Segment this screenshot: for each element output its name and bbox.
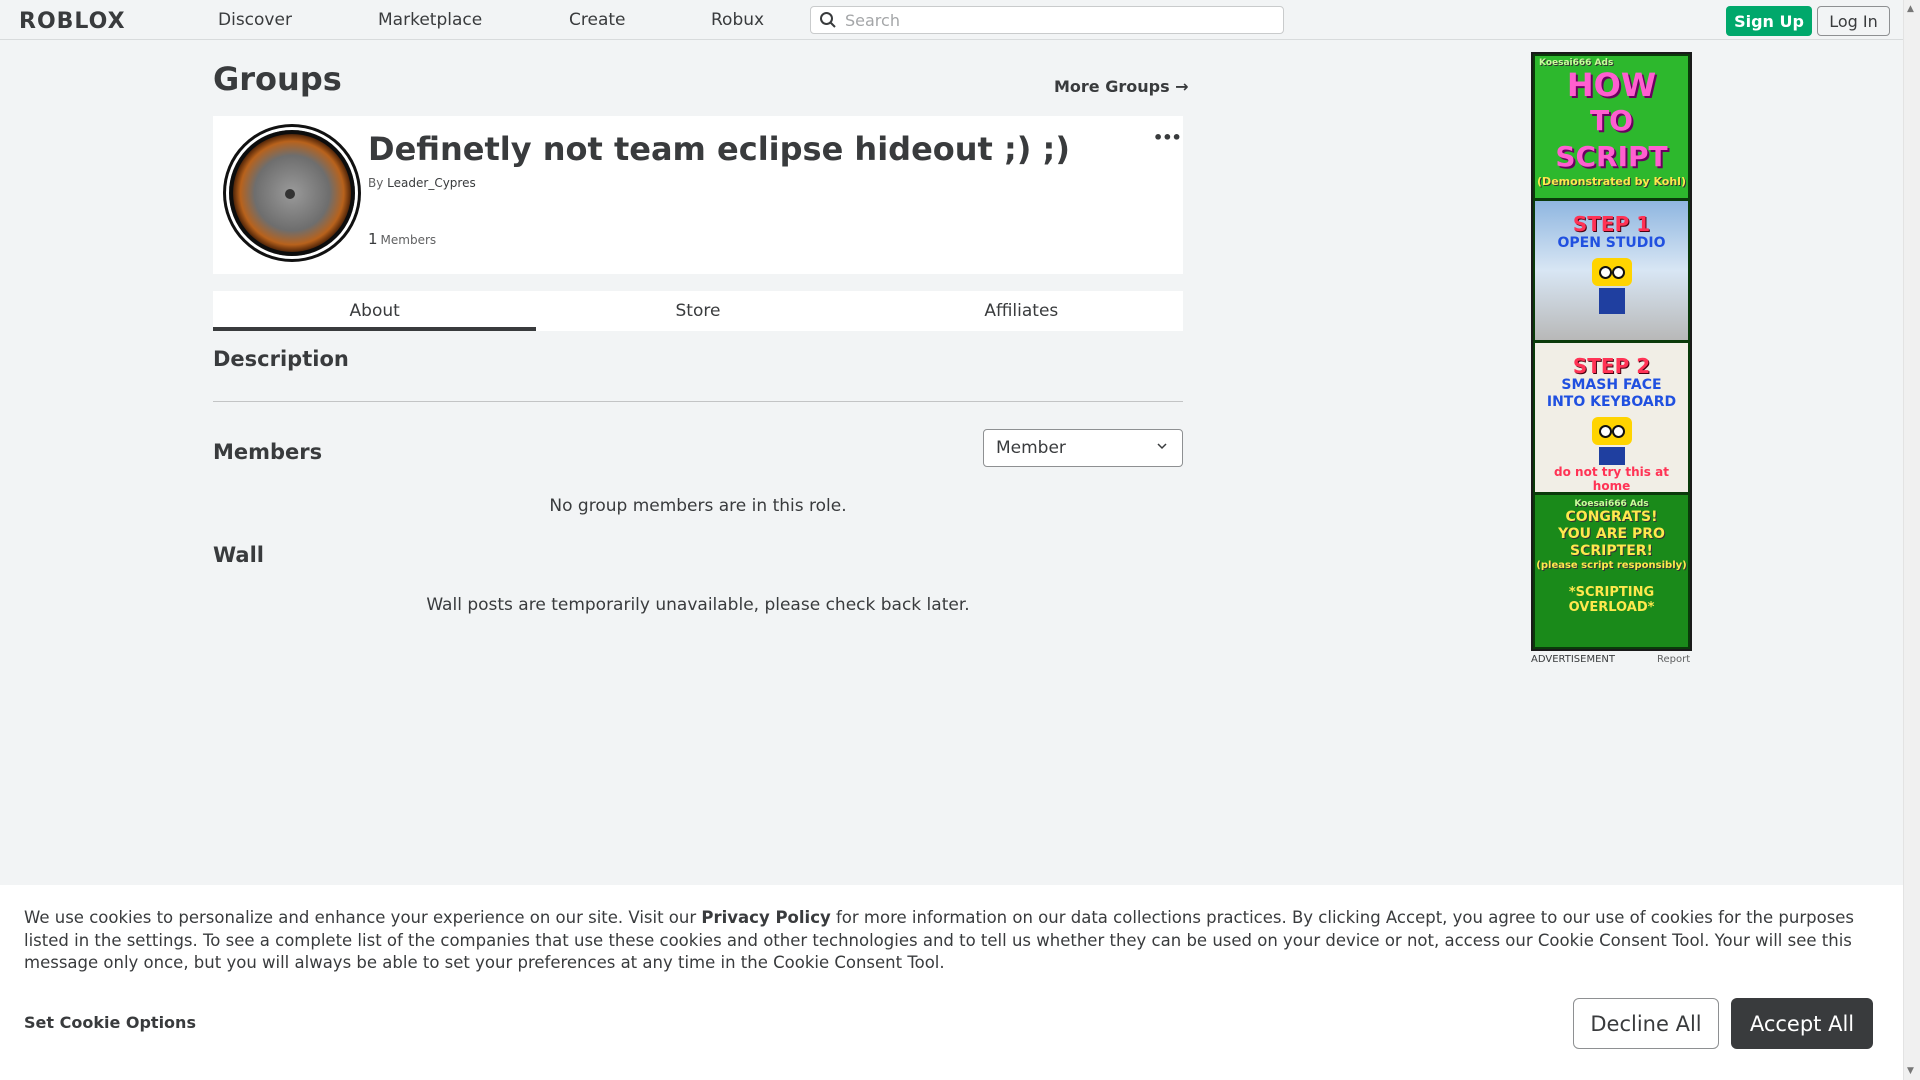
ad-overload: *SCRIPTING OVERLOAD* [1568, 585, 1655, 615]
group-tabs: About Store Affiliates [213, 291, 1183, 331]
member-count: 1 Members [368, 230, 436, 248]
ad-step: STEP 1 [1572, 212, 1651, 236]
tab-affiliates[interactable]: Affiliates [860, 291, 1183, 331]
ad-panel-how-to-script: Koesai666 Ads HOW TO SCRIPT (Demonstrate… [1535, 56, 1688, 198]
group-name: Definetly not team eclipse hideout ;) ;) [368, 130, 1070, 168]
search-icon[interactable] [811, 7, 845, 33]
divider [213, 401, 1183, 402]
ad-panel-congrats: Koesai666 Ads CONGRATS! YOU ARE PRO SCRI… [1535, 495, 1688, 647]
ad-brand: Koesai666 Ads [1539, 58, 1614, 68]
group-header-card: Definetly not team eclipse hideout ;) ;)… [213, 116, 1183, 274]
group-emblem [229, 130, 355, 256]
scroll-up-icon[interactable]: ▲ [1907, 4, 1914, 14]
member-count-label: Members [380, 233, 437, 247]
scroll-down-icon[interactable]: ▼ [1907, 1066, 1914, 1076]
chevron-down-icon [1156, 440, 1168, 455]
ad-title: HOW [1566, 65, 1657, 104]
nav-create[interactable]: Create [569, 10, 626, 30]
no-members-message: No group members are in this role. [549, 496, 847, 516]
cookie-text: We use cookies to personalize and enhanc… [24, 908, 702, 927]
cookie-consent-banner: We use cookies to personalize and enhanc… [0, 885, 1903, 1080]
top-navigation: ROBLOX Discover Marketplace Create Robux… [0, 0, 1903, 40]
nav-marketplace[interactable]: Marketplace [378, 10, 482, 30]
more-groups-link[interactable]: More Groups → [1054, 77, 1189, 96]
robloxian-figure-icon [1590, 417, 1634, 465]
roblox-logo[interactable]: ROBLOX [19, 9, 126, 34]
description-heading: Description [213, 347, 349, 371]
scrollbar[interactable]: ▲ ▼ [1903, 0, 1920, 1080]
wall-heading: Wall [213, 543, 264, 567]
ad-congrats: YOU ARE PRO SCRIPTER! [1558, 526, 1665, 559]
search-input[interactable] [845, 10, 1265, 30]
log-in-button[interactable]: Log In [1817, 6, 1890, 36]
ad-step-text: SMASH FACE [1561, 377, 1662, 393]
group-owner-link[interactable]: Leader_Cypres [387, 176, 476, 190]
accept-all-button[interactable]: Accept All [1731, 998, 1873, 1049]
role-dropdown[interactable]: Member [983, 429, 1183, 467]
ad-step-text: OPEN STUDIO [1557, 235, 1666, 251]
robloxian-figure-icon [1590, 258, 1634, 316]
advertisement-label: ADVERTISEMENT [1531, 654, 1616, 665]
cookie-message: We use cookies to personalize and enhanc… [24, 907, 1884, 975]
nav-discover[interactable]: Discover [218, 10, 292, 30]
privacy-policy-link[interactable]: Privacy Policy [701, 908, 830, 927]
ad-subtitle: (please script responsibly) [1536, 560, 1687, 571]
set-cookie-options-link[interactable]: Set Cookie Options [24, 1013, 196, 1032]
tab-store[interactable]: Store [536, 291, 859, 331]
page-title: Groups [213, 60, 342, 98]
wall-unavailable-message: Wall posts are temporarily unavailable, … [426, 595, 970, 615]
role-dropdown-value: Member [996, 438, 1066, 458]
ad-step-text: INTO KEYBOARD [1546, 394, 1677, 410]
tab-about[interactable]: About [213, 291, 537, 331]
decline-all-button[interactable]: Decline All [1573, 998, 1719, 1049]
ad-subtitle: (Demonstrated by Kohl) [1537, 174, 1686, 188]
ad-warning: do not try this at home [1554, 465, 1669, 493]
advertisement-banner[interactable]: Koesai666 Ads HOW TO SCRIPT (Demonstrate… [1531, 52, 1692, 651]
sign-up-button[interactable]: Sign Up [1726, 6, 1812, 36]
members-heading: Members [213, 440, 323, 464]
search-box[interactable] [810, 6, 1284, 34]
more-options-icon[interactable]: ••• [1153, 128, 1182, 147]
ad-congrats: CONGRATS! [1565, 509, 1658, 525]
nav-robux[interactable]: Robux [711, 10, 764, 30]
ad-brand: Koesai666 Ads [1574, 499, 1649, 509]
report-ad-link[interactable]: Report [1657, 654, 1690, 665]
ad-panel-step-1: STEP 1 OPEN STUDIO [1535, 201, 1688, 340]
member-count-value: 1 [368, 230, 378, 248]
ad-step: STEP 2 [1572, 354, 1651, 378]
ad-panel-step-2: STEP 2 SMASH FACE INTO KEYBOARD do not t… [1535, 343, 1688, 493]
group-owner-line: By Leader_Cypres [368, 176, 476, 190]
by-label: By [368, 176, 384, 190]
ad-title: TO SCRIPT [1555, 103, 1668, 173]
